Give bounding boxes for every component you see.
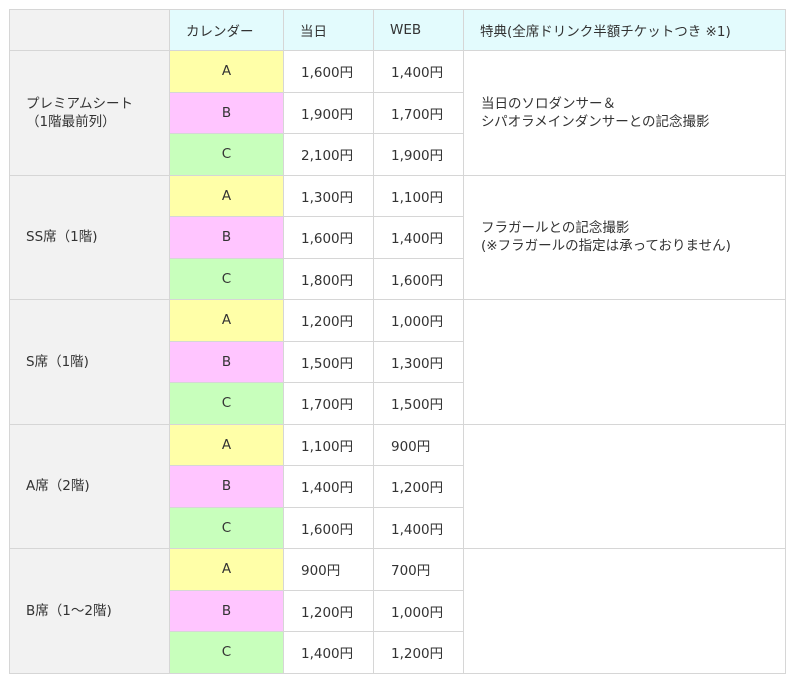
web-price-cell: 1,400円 (373, 216, 464, 259)
table-row: SS席（1階) A 1,300円 1,100円 フラガールとの記念撮影 (※フラ… (9, 174, 786, 300)
day-price-cell: 1,700円 (283, 382, 374, 425)
seat-class-cell: S席（1階) (9, 299, 170, 425)
table-row: B席（1〜2階) A 900円 700円 (9, 548, 786, 674)
calendar-cell: A (169, 174, 284, 217)
seat-class-name: A席（2階) (26, 478, 90, 495)
day-price-cell: 1,500円 (283, 340, 374, 383)
seat-class-name: SS席（1階) (26, 229, 98, 246)
benefit-line: (※フラガールの指定は承っておりません) (481, 238, 731, 255)
web-price-cell: 1,400円 (373, 506, 464, 549)
calendar-cell: C (169, 382, 284, 425)
day-price-cell: 1,600円 (283, 216, 374, 259)
web-price-cell: 1,700円 (373, 91, 464, 134)
seat-class-name: プレミアムシート (26, 95, 134, 112)
table-row: S席（1階) A 1,200円 1,000円 (9, 299, 786, 425)
seat-class-name: B席（1〜2階) (26, 602, 112, 619)
web-price-cell: 1,900円 (373, 133, 464, 176)
day-price-cell: 900円 (283, 548, 374, 591)
web-price-cell: 1,100円 (373, 174, 464, 217)
calendar-cell: B (169, 340, 284, 383)
calendar-cell: B (169, 216, 284, 259)
header-web-price: WEB (373, 9, 464, 51)
web-price-cell: 1,400円 (373, 50, 464, 93)
calendar-cell: B (169, 91, 284, 134)
benefit-cell: フラガールとの記念撮影 (※フラガールの指定は承っておりません) (463, 174, 786, 300)
table-row: A席（2階) A 1,100円 900円 (9, 423, 786, 549)
calendar-cell: C (169, 133, 284, 176)
calendar-cell: A (169, 50, 284, 93)
seat-class-cell: SS席（1階) (9, 174, 170, 300)
calendar-cell: A (169, 423, 284, 466)
benefit-line: シパオラメインダンサーとの記念撮影 (481, 113, 710, 130)
day-price-cell: 1,900円 (283, 91, 374, 134)
web-price-cell: 1,200円 (373, 631, 464, 674)
calendar-cell: B (169, 465, 284, 508)
seat-class-cell: A席（2階) (9, 423, 170, 549)
header-blank (9, 9, 170, 51)
benefit-cell (463, 299, 786, 425)
seat-class-cell: プレミアムシート （1階最前列） (9, 50, 170, 176)
calendar-cell: B (169, 589, 284, 632)
calendar-cell: C (169, 506, 284, 549)
benefit-cell (463, 548, 786, 674)
day-price-cell: 1,300円 (283, 174, 374, 217)
web-price-cell: 900円 (373, 423, 464, 466)
table-row: プレミアムシート （1階最前列） A 1,600円 1,400円 当日のソロダン… (9, 50, 786, 176)
day-price-cell: 1,100円 (283, 423, 374, 466)
benefit-line: フラガールとの記念撮影 (481, 220, 630, 237)
header-row: カレンダー 当日 WEB 特典(全席ドリンク半額チケットつき ※1) (9, 9, 786, 51)
web-price-cell: 1,300円 (373, 340, 464, 383)
price-table-container: カレンダー 当日 WEB 特典(全席ドリンク半額チケットつき ※1) プレミアム… (9, 9, 786, 674)
seat-class-sub: （1階最前列） (26, 113, 116, 130)
day-price-cell: 1,600円 (283, 506, 374, 549)
calendar-cell: A (169, 299, 284, 342)
calendar-cell: A (169, 548, 284, 591)
web-price-cell: 700円 (373, 548, 464, 591)
header-day-price: 当日 (283, 9, 374, 51)
web-price-cell: 1,000円 (373, 589, 464, 632)
day-price-cell: 1,600円 (283, 50, 374, 93)
day-price-cell: 1,400円 (283, 465, 374, 508)
seat-class-name: S席（1階) (26, 353, 89, 370)
day-price-cell: 1,200円 (283, 589, 374, 632)
header-benefit: 特典(全席ドリンク半額チケットつき ※1) (463, 9, 786, 51)
day-price-cell: 1,200円 (283, 299, 374, 342)
web-price-cell: 1,500円 (373, 382, 464, 425)
seat-class-cell: B席（1〜2階) (9, 548, 170, 674)
benefit-cell (463, 423, 786, 549)
header-calendar: カレンダー (169, 9, 284, 51)
calendar-cell: C (169, 631, 284, 674)
day-price-cell: 2,100円 (283, 133, 374, 176)
web-price-cell: 1,000円 (373, 299, 464, 342)
web-price-cell: 1,600円 (373, 257, 464, 300)
benefit-line: 当日のソロダンサー＆ (481, 95, 616, 112)
benefit-cell: 当日のソロダンサー＆ シパオラメインダンサーとの記念撮影 (463, 50, 786, 176)
web-price-cell: 1,200円 (373, 465, 464, 508)
price-table: カレンダー 当日 WEB 特典(全席ドリンク半額チケットつき ※1) プレミアム… (9, 9, 786, 674)
calendar-cell: C (169, 257, 284, 300)
day-price-cell: 1,800円 (283, 257, 374, 300)
day-price-cell: 1,400円 (283, 631, 374, 674)
